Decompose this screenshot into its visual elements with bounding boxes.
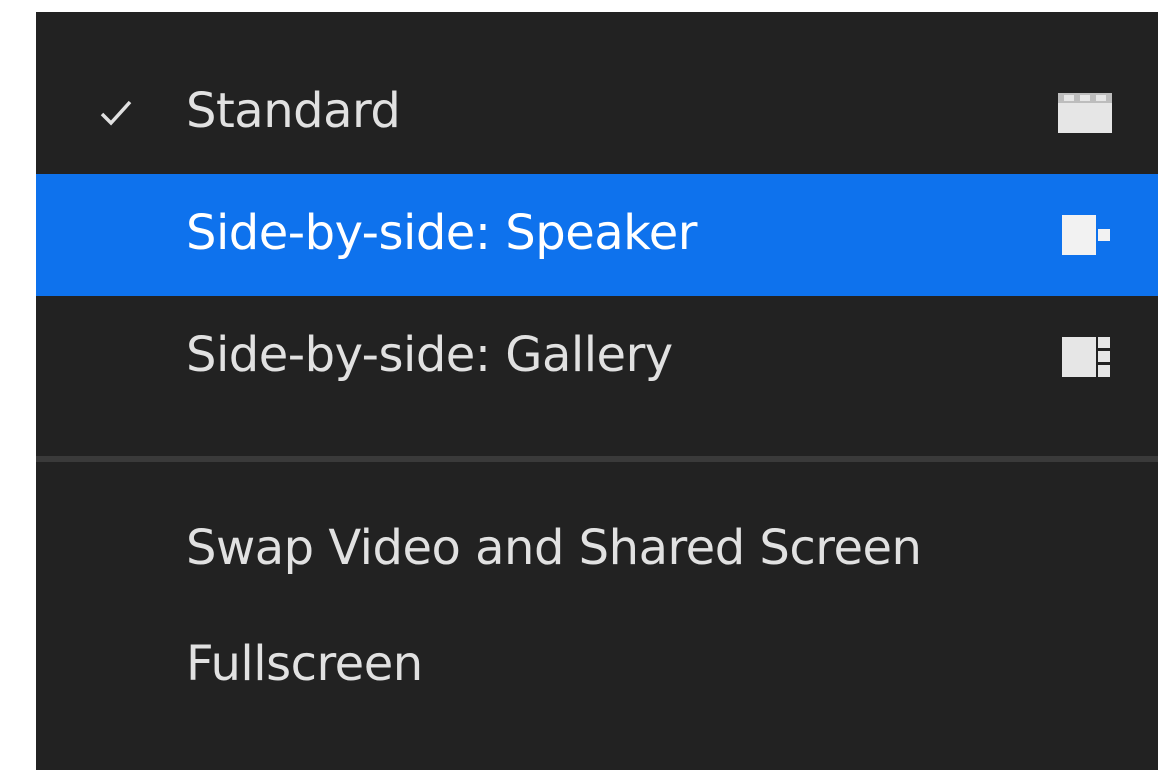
side-by-side-gallery-icon bbox=[1062, 337, 1110, 377]
menu-item-swap-video-and-shared-screen[interactable]: Swap Video and Shared Screen bbox=[36, 492, 1158, 608]
menu-item-fullscreen[interactable]: Fullscreen bbox=[36, 608, 1158, 724]
menu-item-label: Side-by-side: Speaker bbox=[186, 204, 697, 261]
menu-item-standard[interactable]: Standard bbox=[36, 52, 1158, 174]
menu-item-side-by-side-gallery[interactable]: Side-by-side: Gallery bbox=[36, 296, 1158, 418]
checkmark-icon bbox=[100, 100, 132, 126]
view-options-menu: Standard Side-by-side: Speaker Side-by-s… bbox=[36, 12, 1158, 770]
menu-item-label: Swap Video and Shared Screen bbox=[186, 519, 922, 576]
menu-item-label: Side-by-side: Gallery bbox=[186, 326, 673, 383]
side-by-side-speaker-icon bbox=[1062, 215, 1110, 255]
menu-top-padding bbox=[36, 12, 1158, 52]
menu-item-label: Standard bbox=[186, 82, 401, 139]
standard-layout-icon bbox=[1058, 93, 1112, 133]
menu-item-side-by-side-speaker[interactable]: Side-by-side: Speaker bbox=[36, 174, 1158, 296]
menu-spacer bbox=[36, 462, 1158, 492]
menu-spacer bbox=[36, 418, 1158, 456]
menu-item-label: Fullscreen bbox=[186, 635, 423, 692]
